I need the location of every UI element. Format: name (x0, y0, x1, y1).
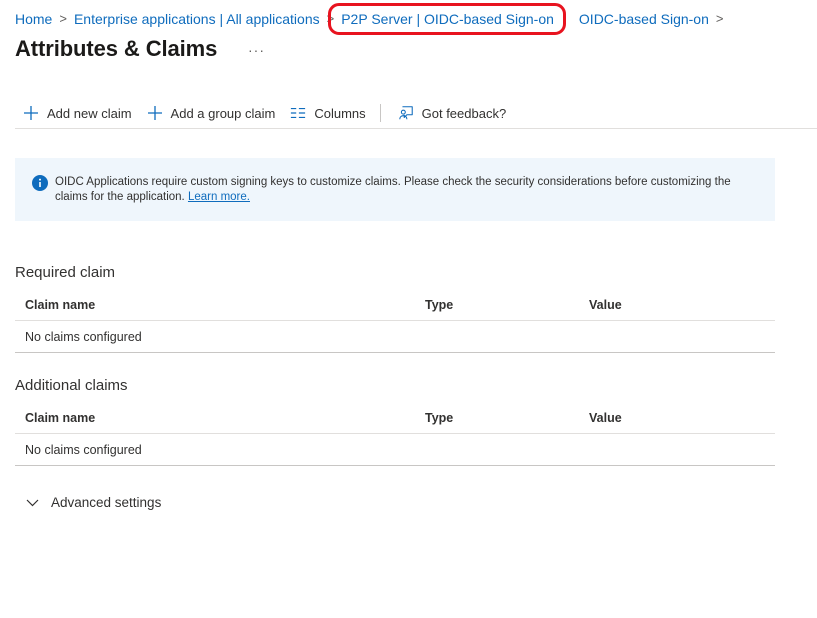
breadcrumb-separator: > (715, 10, 724, 26)
info-icon (32, 175, 48, 191)
add-new-claim-button[interactable]: Add new claim (23, 101, 132, 125)
advanced-settings-toggle[interactable]: Advanced settings (26, 495, 161, 510)
add-new-claim-label: Add new claim (47, 105, 132, 121)
add-group-claim-label: Add a group claim (170, 105, 276, 121)
additional-claims-table: Claim name Type Value No claims configur… (15, 402, 775, 466)
table-row: No claims configured (15, 434, 775, 466)
chevron-down-icon (26, 499, 39, 506)
breadcrumb-p2p-server-oidc-sign-on[interactable]: P2P Server | OIDC-based Sign-on (341, 11, 554, 27)
add-group-claim-button[interactable]: Add a group claim (147, 101, 276, 125)
feedback-label: Got feedback? (421, 105, 507, 121)
table-header-row: Claim name Type Value (15, 289, 775, 321)
breadcrumb: Home > Enterprise applications | All app… (15, 3, 730, 35)
breadcrumb-separator: > (326, 10, 335, 26)
table-header-row: Claim name Type Value (15, 402, 775, 434)
column-header-type[interactable]: Type (425, 298, 589, 312)
columns-icon (290, 105, 306, 121)
required-claims-table: Claim name Type Value No claims configur… (15, 289, 775, 353)
empty-state-text: No claims configured (25, 329, 142, 344)
columns-label: Columns (314, 105, 366, 121)
column-header-claim-name[interactable]: Claim name (15, 298, 425, 312)
feedback-button[interactable]: Got feedback? (398, 101, 507, 125)
page-title: Attributes & Claims (15, 36, 218, 61)
info-message-text: OIDC Applications require custom signing… (55, 176, 731, 203)
columns-button[interactable]: Columns (290, 101, 366, 125)
breadcrumb-home[interactable]: Home (15, 11, 52, 27)
command-bar: Add new claim Add a group claim Columns … (15, 98, 817, 129)
breadcrumb-highlight-box: P2P Server | OIDC-based Sign-on (328, 3, 566, 35)
info-message-bar: OIDC Applications require custom signing… (15, 158, 775, 221)
advanced-settings-label: Advanced settings (51, 495, 162, 510)
column-header-type[interactable]: Type (425, 411, 589, 425)
required-claim-heading: Required claim (15, 264, 116, 281)
empty-state-text: No claims configured (25, 442, 142, 457)
column-header-claim-name[interactable]: Claim name (15, 411, 425, 425)
toolbar-divider (379, 104, 381, 122)
feedback-icon (398, 105, 414, 121)
additional-claims-heading: Additional claims (15, 377, 128, 394)
breadcrumb-separator: > (59, 10, 67, 26)
plus-icon (147, 105, 163, 121)
breadcrumb-enterprise-applications[interactable]: Enterprise applications | All applicatio… (74, 11, 320, 27)
column-header-value[interactable]: Value (589, 298, 775, 312)
plus-icon (23, 105, 39, 121)
learn-more-link[interactable]: Learn more. (188, 191, 250, 203)
more-options-button[interactable]: ··· (248, 42, 265, 58)
table-row: No claims configured (15, 321, 775, 353)
column-header-value[interactable]: Value (589, 411, 775, 425)
breadcrumb-oidc-sign-on[interactable]: OIDC-based Sign-on (579, 11, 709, 27)
